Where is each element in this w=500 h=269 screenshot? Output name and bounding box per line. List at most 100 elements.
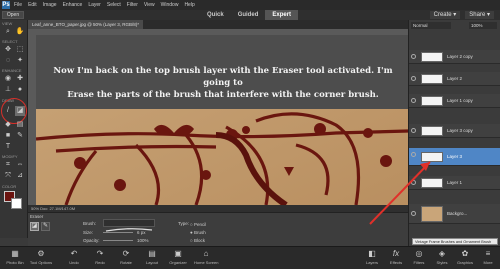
- menu-window[interactable]: Window: [161, 0, 179, 10]
- clone-stamp-icon[interactable]: ⊥: [3, 85, 13, 95]
- tool-options-name: Eraser: [30, 214, 44, 219]
- red-eye-icon[interactable]: ◉: [3, 74, 13, 84]
- open-button[interactable]: Open: [2, 11, 24, 19]
- rotate-button[interactable]: ⟳ Rotate: [114, 247, 138, 269]
- graphics-button[interactable]: ✿ Graphics: [453, 247, 477, 269]
- blur-icon[interactable]: ●: [15, 85, 25, 95]
- photoshop-elements-window: Ps File Edit Image Enhance Layer Select …: [0, 0, 500, 269]
- opacity-slider[interactable]: [103, 240, 133, 241]
- layer-name: Layer 3 copy: [447, 128, 473, 133]
- styles-button[interactable]: ◈ Styles: [430, 247, 454, 269]
- layer-row[interactable]: Layer 1 copy: [409, 94, 500, 108]
- app-logo: Ps: [2, 1, 10, 9]
- pencil-icon[interactable]: ✎: [15, 131, 25, 141]
- home-screen-button[interactable]: ⌂ Home Screen: [194, 247, 218, 269]
- hand-icon[interactable]: ✋: [15, 27, 25, 37]
- layer-row[interactable]: Layer 2 copy: [409, 50, 500, 64]
- toolbox-view-heading: VIEW: [2, 21, 13, 26]
- size-value[interactable]: 6 px: [137, 230, 146, 235]
- organizer-label: Organizer: [169, 260, 187, 265]
- type-icon[interactable]: T: [3, 142, 13, 152]
- menu-image[interactable]: Image: [43, 0, 57, 10]
- mode-quick[interactable]: Quick: [200, 10, 231, 20]
- marquee-icon[interactable]: ⬚: [15, 45, 25, 55]
- more-button[interactable]: ≡ More: [476, 247, 500, 269]
- visibility-eye-icon[interactable]: [411, 76, 416, 81]
- opacity-value[interactable]: 100%: [137, 238, 149, 243]
- undo-icon: ↶: [70, 249, 78, 258]
- blend-mode-select[interactable]: Normal: [411, 22, 451, 29]
- spot-healing-icon[interactable]: ✚: [15, 74, 25, 84]
- menu-select[interactable]: Select: [107, 0, 121, 10]
- tutorial-caption: Now I'm back on the top brush layer with…: [48, 65, 398, 101]
- brush-label: Brush:: [83, 221, 97, 226]
- layer-name: Layer 1 copy: [447, 98, 473, 103]
- filters-icon: ◎: [415, 249, 423, 258]
- layer-name: Layer 2 copy: [447, 54, 473, 59]
- redo-icon: ↷: [96, 249, 104, 258]
- menu-enhance[interactable]: Enhance: [63, 0, 83, 10]
- home-screen-label: Home Screen: [194, 260, 219, 265]
- visibility-eye-icon[interactable]: [411, 54, 416, 59]
- magic-wand-icon[interactable]: ✦: [15, 56, 25, 66]
- mode-expert[interactable]: Expert: [265, 10, 299, 20]
- size-slider[interactable]: [103, 232, 133, 233]
- visibility-eye-icon[interactable]: [411, 98, 416, 103]
- type-pencil-radio[interactable]: ○ Pencil: [190, 222, 206, 227]
- brush-picker[interactable]: [103, 219, 155, 232]
- photo-bin-button[interactable]: ▦ Photo Bin: [3, 247, 27, 269]
- redo-label: Redo: [95, 260, 105, 265]
- content-move-icon[interactable]: ⤧: [3, 171, 13, 181]
- create-button[interactable]: Create ▾: [429, 11, 461, 19]
- menu-filter[interactable]: Filter: [127, 0, 138, 10]
- share-button[interactable]: Share ▾: [465, 11, 494, 19]
- type-block-radio[interactable]: ○ Block: [190, 238, 205, 243]
- undo-label: Undo: [69, 260, 79, 265]
- layer-thumbnail: [421, 52, 443, 62]
- create-share-group: Create ▾ Share ▾: [429, 11, 494, 19]
- undo-button[interactable]: ↶ Undo: [62, 247, 86, 269]
- menu-edit[interactable]: Edit: [28, 0, 37, 10]
- gradient-icon[interactable]: ▤: [15, 120, 25, 130]
- effects-button[interactable]: fx Effects: [384, 247, 408, 269]
- layer-opacity-field[interactable]: 100%: [469, 22, 497, 29]
- shape-icon[interactable]: ■: [3, 131, 13, 141]
- opacity-label: Opacity:: [83, 238, 100, 243]
- effects-label: Effects: [389, 260, 403, 265]
- redo-button[interactable]: ↷ Redo: [88, 247, 112, 269]
- toolbox: VIEW ⌕ ✋ SELECT ✥ ⬚ ◌ ✦ ENHANCE ◉ ✚ ⊥ ● …: [0, 20, 28, 238]
- menu-help[interactable]: Help: [184, 0, 194, 10]
- recompose-icon[interactable]: ⇔: [15, 160, 25, 170]
- more-icon: ≡: [485, 249, 491, 258]
- layer-name: Backgro...: [447, 211, 468, 216]
- zoom-icon[interactable]: ⌕: [3, 27, 13, 37]
- menu-view[interactable]: View: [144, 0, 155, 10]
- layer-row[interactable]: Layer 2: [409, 72, 500, 86]
- layout-button[interactable]: ▤ Layout: [140, 247, 164, 269]
- mode-guided[interactable]: Guided: [231, 10, 266, 20]
- crop-icon[interactable]: ⌗: [3, 160, 13, 170]
- tool-options-button[interactable]: ⚙ Tool Options: [29, 247, 53, 269]
- document-tab[interactable]: Leaf_anne_BTO_paper.jpg @ 50% (Layer 3, …: [28, 20, 144, 29]
- photo-bin-label: Photo Bin: [6, 260, 24, 265]
- canvas-area[interactable]: Now I'm back on the top brush layer with…: [28, 29, 408, 205]
- background-eraser-icon[interactable]: ✎: [41, 222, 50, 231]
- paint-bucket-icon[interactable]: ◆: [3, 120, 13, 130]
- type-label: Type:: [178, 221, 190, 226]
- background-color-swatch[interactable]: [11, 198, 22, 209]
- menu-file[interactable]: File: [14, 0, 22, 10]
- eraser-option-icon[interactable]: ◪: [30, 222, 39, 231]
- layers-button[interactable]: ◧ Layers: [360, 247, 384, 269]
- type-brush-radio[interactable]: ● Brush: [190, 230, 206, 235]
- straighten-icon[interactable]: ⊿: [15, 171, 25, 181]
- lasso-icon[interactable]: ◌: [3, 56, 13, 66]
- organizer-button[interactable]: ▣ Organizer: [166, 247, 190, 269]
- filters-button[interactable]: ◎ Filters: [407, 247, 431, 269]
- menu-layer[interactable]: Layer: [88, 0, 101, 10]
- move-icon[interactable]: ✥: [3, 45, 13, 55]
- layer-thumbnail: [421, 126, 443, 136]
- layer-row[interactable]: Layer 3 copy: [409, 124, 500, 138]
- filters-label: Filters: [413, 260, 425, 265]
- visibility-eye-icon[interactable]: [411, 128, 416, 133]
- styles-label: Styles: [436, 260, 448, 265]
